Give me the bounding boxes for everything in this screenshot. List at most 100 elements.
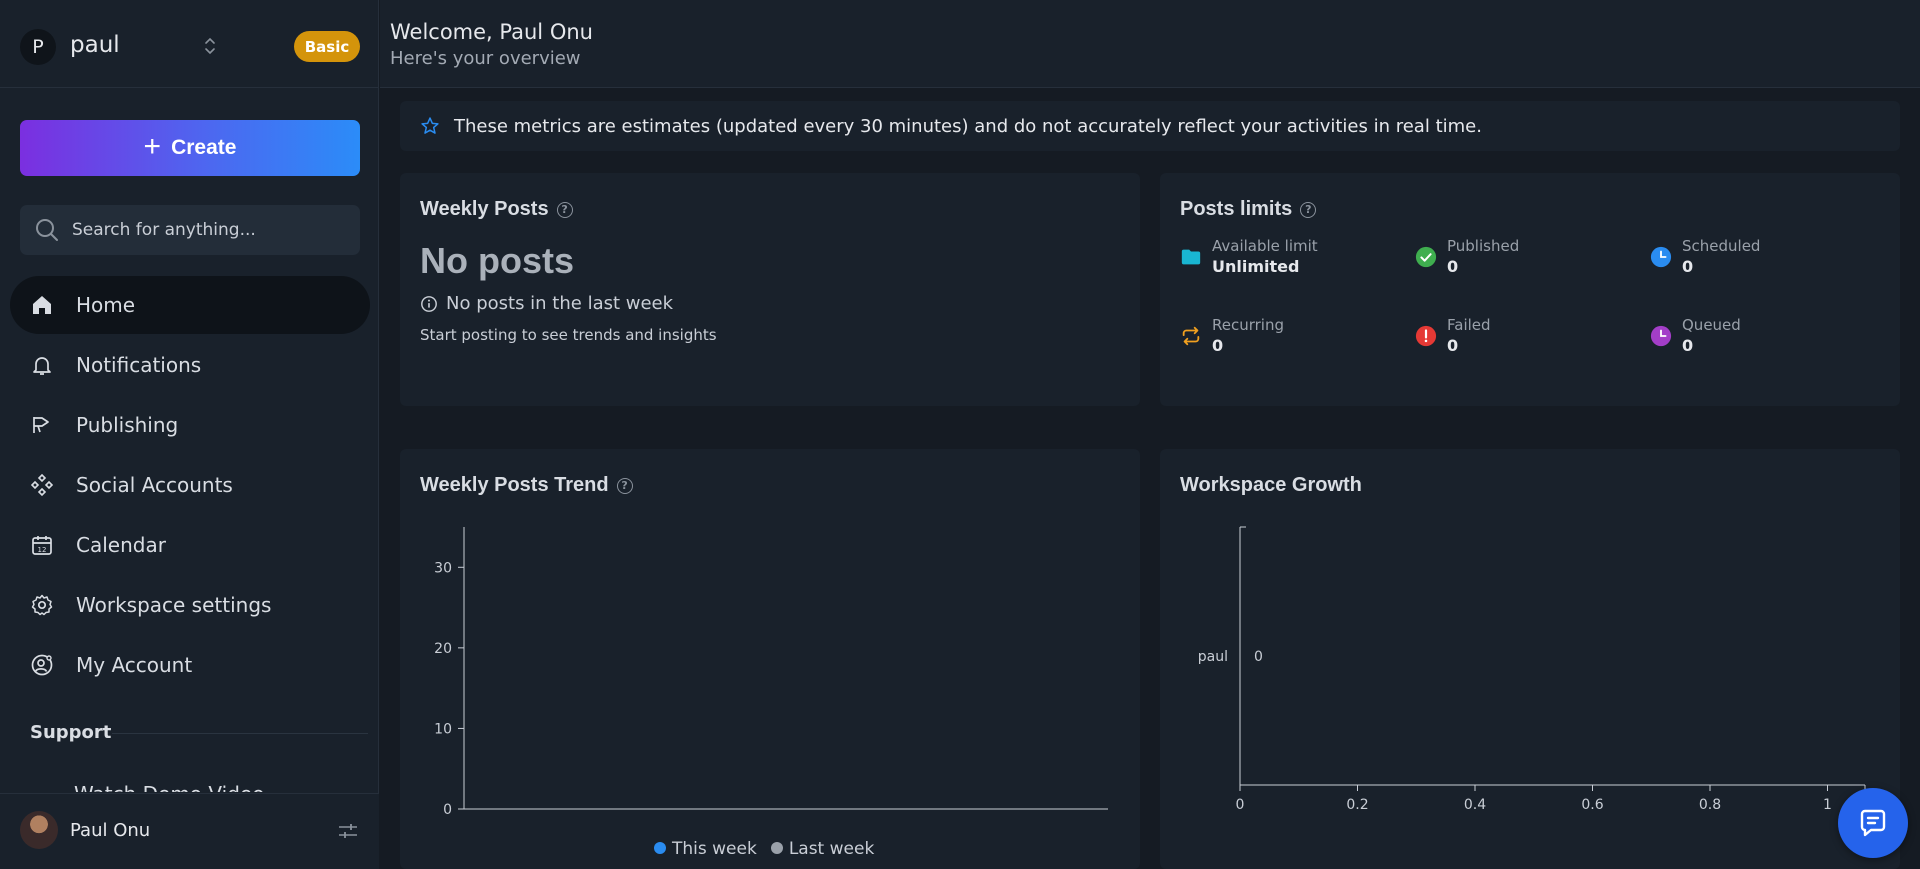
y-category-label: paul [1198,649,1228,665]
stat-value: 0 [1447,336,1459,355]
help-icon[interactable]: ? [556,201,573,218]
user-name: Paul Onu [70,820,151,841]
stat-queued: Queued 0 [1650,316,1741,355]
data-label: 0 [1254,649,1263,665]
x-tick-label: 1 [1823,797,1832,813]
sidebar-item-workspace-settings[interactable]: Workspace settings [10,576,370,634]
stat-label: Scheduled [1682,237,1761,255]
megaphone-icon [33,417,49,433]
create-label: Create [171,136,237,159]
divider [112,733,368,734]
workspace-avatar: P [20,29,56,65]
weekly-posts-title: Weekly Posts [420,198,549,220]
notice-text: These metrics are estimates (updated eve… [454,115,1482,137]
workspace-growth-card: Workspace Growth 0 0.2 0.4 0.6 0.8 1 paul 0 [1160,449,1900,869]
page-title: Welcome, Paul Onu [390,20,593,44]
no-posts-subline: No posts in the last week [446,293,674,314]
sidebar: P paul Basic + Create Home Notifications… [0,0,379,869]
chat-support-button[interactable] [1838,788,1908,858]
no-posts-headline: No posts [420,240,575,281]
clock-icon [1650,246,1672,268]
sidebar-item-calendar[interactable]: 12 Calendar [10,516,370,574]
legend-label: Last week [788,839,875,859]
sidebar-item-label: Notifications [76,353,202,377]
legend-dot [654,841,666,854]
sidebar-item-home[interactable]: Home [10,276,370,334]
search-box[interactable] [20,205,360,255]
info-icon [421,295,437,312]
page-subtitle: Here's your overview [390,48,581,69]
x-tick-label: 0 [1236,797,1245,813]
y-tick-label: 30 [434,560,452,576]
workspace-switcher[interactable]: P paul Basic [0,0,379,88]
plan-badge[interactable]: Basic [294,31,360,62]
stat-value: Unlimited [1212,257,1300,276]
calendar-icon: 12 [32,536,52,555]
stat-value: 0 [1682,336,1694,355]
support-heading: Support [30,722,112,743]
metrics-notice: These metrics are estimates (updated eve… [400,101,1900,151]
avatar [20,811,58,849]
x-tick-label: 0.4 [1464,797,1486,813]
stat-available-limit: Available limit Unlimited [1180,237,1318,276]
posts-limits-card: Posts limits ? Available limit Unlimited … [1160,173,1900,406]
search-icon [36,219,58,241]
card-title: Weekly Posts ? [420,198,573,221]
sidebar-item-my-account[interactable]: My Account [10,636,370,694]
weekly-posts-card: Weekly Posts ? No posts No posts in the … [400,173,1140,406]
folder-icon [1181,249,1201,265]
sidebar-item-label: Social Accounts [76,473,233,497]
growth-chart: 0 0.2 0.4 0.6 0.8 1 paul 0 [1198,526,1866,813]
search-input[interactable] [72,220,342,240]
posts-limits-title: Posts limits [1180,198,1293,220]
x-tick-label: 0.8 [1699,797,1721,813]
stat-label: Failed [1447,316,1491,334]
star-icon [421,117,439,134]
check-circle-icon [1415,246,1437,268]
sidebar-item-label: My Account [76,653,193,677]
alert-circle-icon [1415,325,1437,347]
y-tick-label: 20 [434,641,452,657]
sidebar-item-social-accounts[interactable]: Social Accounts [10,456,370,514]
grid-diamond-icon [30,473,54,497]
legend-item-this-week[interactable]: This week [654,839,757,859]
repeat-icon [1182,326,1200,346]
stat-label: Available limit [1212,237,1318,255]
legend-item-last-week[interactable]: Last week [770,839,875,859]
sidebar-item-label: Calendar [76,533,166,557]
create-button[interactable]: + Create [20,120,360,176]
watch-demo-link[interactable]: Watch Demo Video [30,782,370,792]
user-gear-icon [31,654,53,676]
stat-value: 0 [1212,336,1224,355]
stat-label: Published [1447,237,1520,255]
start-posting-hint: Start posting to see trends and insights [420,326,717,344]
page-header: Welcome, Paul Onu Here's your overview [380,0,1920,88]
stat-recurring: Recurring 0 [1180,316,1284,355]
help-icon[interactable]: ? [1300,201,1317,218]
support-link-clip: Watch Demo Video [30,776,370,792]
sidebar-item-publishing[interactable]: Publishing [10,396,370,454]
x-tick-label: 0.2 [1346,797,1368,813]
bell-icon [33,357,51,375]
sidebar-item-notifications[interactable]: Notifications [10,336,370,394]
stat-failed: Failed 0 [1415,316,1491,355]
workspace-name: paul [70,32,120,58]
sidebar-item-label: Publishing [76,413,179,437]
stat-scheduled: Scheduled 0 [1650,237,1760,276]
sidebar-item-label: Home [76,293,136,317]
user-menu[interactable]: Paul Onu [0,793,379,869]
chevron-up-down-icon[interactable] [200,34,220,58]
sliders-icon[interactable] [337,821,359,841]
stat-value: 0 [1682,257,1694,276]
legend-dot [770,841,783,854]
home-icon [33,296,51,314]
no-posts-info: No posts in the last week [420,293,673,314]
x-tick-label: 0.6 [1581,797,1603,813]
clock-purple-icon [1650,325,1672,347]
chat-icon [1860,809,1886,837]
weekly-posts-trend-card: Weekly Posts Trend ? 0 10 20 30 This week L… [400,449,1140,869]
chart-legend: This week Last week [654,839,874,859]
stat-value: 0 [1447,257,1459,276]
card-title: Posts limits ? [1180,198,1317,221]
stat-label: Recurring [1212,316,1284,334]
